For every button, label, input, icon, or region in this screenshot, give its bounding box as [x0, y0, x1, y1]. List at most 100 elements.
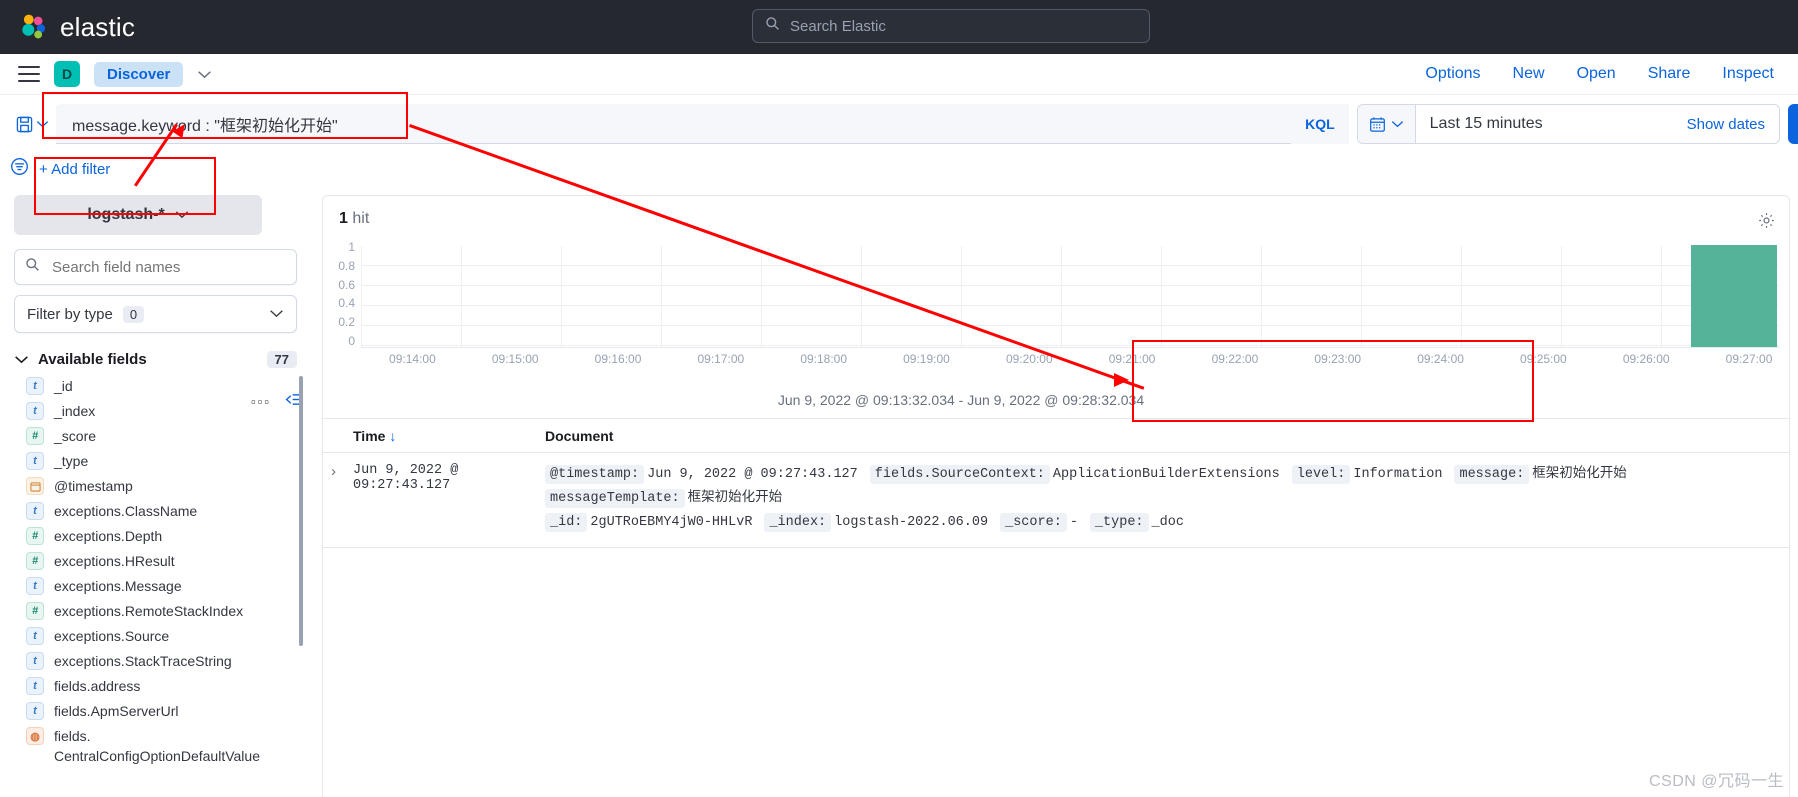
action-new[interactable]: New [1513, 65, 1545, 83]
field-key: message: [1454, 465, 1530, 484]
histogram-bar[interactable] [1691, 245, 1777, 347]
query-input-wrap[interactable]: KQL [56, 103, 1349, 144]
field-type-string-icon: t [26, 652, 44, 670]
field-item[interactable]: # exceptions.Depth [14, 526, 297, 551]
x-tick: 09:25:00 [1520, 352, 1567, 366]
field-item[interactable]: # _score [14, 426, 297, 451]
x-tick: 09:21:00 [1108, 352, 1156, 366]
field-type-number-icon: # [26, 527, 44, 545]
action-options[interactable]: Options [1425, 65, 1480, 83]
global-search-input[interactable]: Search Elastic [752, 9, 1150, 43]
field-item[interactable]: ◍ fields. CentralConfigOptionDefaultValue [14, 726, 297, 764]
available-fields-count: 77 [266, 351, 297, 368]
y-tick: 0.8 [338, 258, 355, 273]
space-avatar[interactable]: D [54, 61, 80, 87]
field-value: logstash-2022.06.09 [834, 515, 989, 530]
index-pattern-label: logstash-* [87, 206, 165, 223]
field-type-string-icon: t [26, 502, 44, 520]
field-item[interactable]: t exceptions.StackTraceString [14, 651, 297, 676]
field-search-box[interactable] [14, 249, 297, 285]
field-item[interactable]: t fields.address [14, 676, 297, 701]
chevron-down-icon [14, 351, 29, 368]
hamburger-menu-icon[interactable] [18, 66, 40, 82]
time-range-caption: Jun 9, 2022 @ 09:13:32.034 - Jun 9, 2022… [777, 392, 1145, 408]
saved-query-button[interactable] [8, 116, 56, 133]
time-range-text[interactable]: Last 15 minutes [1416, 115, 1557, 133]
index-pattern-selector[interactable]: logstash-* [14, 195, 262, 235]
field-name: exceptions.ClassName [54, 503, 198, 519]
histogram-chart[interactable]: 1 0.8 0.6 0.4 0.2 0 09:14:00 09:15:00 09… [323, 240, 1789, 370]
sort-descending-icon[interactable]: ↓ [389, 428, 396, 444]
field-name: _score [54, 428, 97, 444]
show-dates-button[interactable]: Show dates [1557, 116, 1779, 133]
sidebar-scrollbar[interactable] [299, 376, 303, 646]
field-value: _doc [1151, 515, 1184, 530]
global-search-placeholder: Search Elastic [790, 17, 886, 35]
action-open[interactable]: Open [1577, 65, 1616, 83]
field-item[interactable]: t exceptions.Source [14, 626, 297, 651]
field-item[interactable]: t exceptions.ClassName [14, 501, 297, 526]
gear-icon[interactable] [1758, 212, 1775, 234]
field-type-string-icon: t [26, 677, 44, 695]
available-fields-label: Available fields [38, 351, 147, 368]
query-language-badge[interactable]: KQL [1291, 103, 1349, 144]
filter-by-type-label: Filter by type [27, 305, 113, 323]
field-type-number-icon: # [26, 427, 44, 445]
chevron-down-icon[interactable] [197, 67, 212, 82]
field-name: exceptions.RemoteStackIndex [54, 603, 244, 619]
field-item[interactable]: # exceptions.HResult [14, 551, 297, 576]
plot-area [361, 245, 1779, 348]
field-value: 框架初始化开始 [687, 491, 783, 506]
time-column-header[interactable]: Time ↓ [353, 428, 545, 444]
field-item[interactable]: t _type [14, 451, 297, 476]
field-item[interactable]: t _index [14, 401, 297, 426]
document-column-header: Document [545, 427, 614, 444]
field-key: messageTemplate: [545, 489, 685, 508]
discover-body: logstash-* ▫▫▫ Search field names Filter… [0, 191, 1798, 797]
filter-list-icon[interactable] [10, 157, 29, 181]
breadcrumb-discover[interactable]: Discover [94, 61, 184, 87]
update-query-button[interactable] [1788, 104, 1798, 144]
field-name: _type [54, 453, 89, 469]
table-row[interactable]: › Jun 9, 2022 @ 09:27:43.127 @timestamp:… [323, 453, 1789, 548]
y-tick: 0.4 [338, 296, 355, 311]
row-document: @timestamp: Jun 9, 2022 @ 09:27:43.127 fie… [545, 463, 1789, 535]
results-panel: 1 hit 1 0.8 0.6 0.4 0.2 0 09:14:00 09:15… [322, 195, 1790, 797]
field-item[interactable]: t exceptions.Message [14, 576, 297, 601]
expand-row-icon[interactable]: › [323, 463, 353, 535]
x-tick: 09:27:00 [1725, 352, 1773, 366]
field-item[interactable]: @timestamp [14, 476, 297, 501]
global-header: elastic Search Elastic [0, 0, 1798, 54]
field-type-string-icon: t [26, 627, 44, 645]
field-item[interactable]: # exceptions.RemoteStackIndex [14, 601, 297, 626]
watermark: CSDN @冗码一生 [1648, 773, 1784, 790]
field-search-input[interactable] [50, 257, 286, 277]
filter-by-type-dropdown[interactable]: Filter by type 0 [14, 295, 297, 333]
available-fields-header[interactable]: Available fields 77 [14, 351, 297, 368]
action-inspect[interactable]: Inspect [1722, 65, 1774, 83]
field-name: _index [54, 403, 96, 419]
field-key: fields.SourceContext: [869, 465, 1050, 484]
brand-name: elastic [60, 11, 136, 42]
x-tick: 09:24:00 [1417, 352, 1464, 366]
field-item[interactable]: t _id [14, 376, 297, 401]
y-tick: 1 [348, 240, 355, 254]
field-type-object-icon: ◍ [26, 727, 44, 745]
field-list: t _id t _index # _score t _type @timestamp t… [14, 376, 303, 764]
field-item[interactable]: t fields.ApmServerUrl [14, 701, 297, 726]
field-name: _id [54, 378, 73, 394]
elastic-logo-icon [18, 12, 48, 42]
field-type-number-icon: # [26, 602, 44, 620]
app-nav-row: D Discover Options New Open Share Inspec… [0, 54, 1798, 95]
x-tick: 09:26:00 [1622, 352, 1670, 366]
field-key: _index: [764, 513, 832, 532]
query-input[interactable] [56, 104, 1292, 143]
add-filter-button[interactable]: + Add filter [39, 161, 110, 178]
table-header: Time ↓ Document [323, 419, 1789, 453]
field-name: exceptions.Message [54, 578, 182, 594]
field-key: _type: [1089, 513, 1149, 532]
hit-count: 1 [339, 210, 348, 227]
action-share[interactable]: Share [1648, 65, 1691, 83]
field-name: @timestamp [54, 478, 133, 494]
calendar-icon-button[interactable] [1357, 105, 1416, 143]
